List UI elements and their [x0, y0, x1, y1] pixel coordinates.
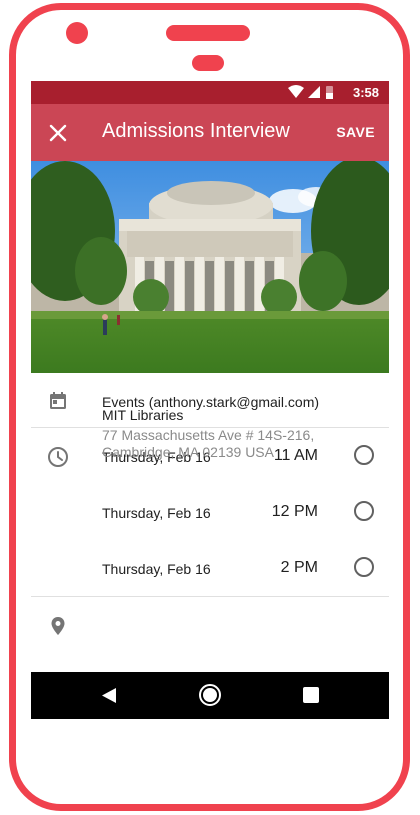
wifi-icon — [288, 85, 304, 98]
location-pin-icon — [51, 617, 65, 635]
divider — [31, 596, 389, 597]
slot-date: Thursday, Feb 16 — [102, 505, 211, 521]
recents-icon[interactable] — [303, 687, 319, 703]
location-address: 77 Massachusetts Ave # 14S-216, Cambridg… — [102, 427, 315, 460]
device-screen: 3:58 Admissions Interview SAVE Events (a… — [31, 81, 389, 719]
save-button[interactable]: SAVE — [336, 124, 375, 140]
cellular-signal-icon — [308, 86, 320, 98]
status-time: 3:58 — [352, 85, 379, 100]
clock-icon — [48, 447, 68, 467]
status-icons — [288, 85, 333, 99]
proximity-sensor — [192, 55, 224, 71]
slot-radio-button[interactable] — [354, 557, 374, 577]
hero-image — [31, 161, 389, 373]
slot-time: 2 PM — [280, 559, 318, 576]
back-icon[interactable] — [101, 687, 117, 704]
slot-radio-button[interactable] — [354, 501, 374, 521]
close-icon[interactable] — [45, 120, 71, 146]
app-bar: Admissions Interview SAVE — [31, 104, 389, 161]
slot-time: 12 PM — [271, 503, 318, 520]
earpiece-speaker — [166, 25, 250, 41]
front-camera — [66, 22, 88, 44]
slot-radio-button[interactable] — [354, 445, 374, 465]
navigation-bar — [31, 672, 389, 719]
event-details: Events (anthony.stark@gmail.com) Thursda… — [31, 373, 389, 672]
location-name: MIT Libraries — [102, 407, 184, 423]
status-bar: 3:58 — [31, 81, 389, 104]
slot-date: Thursday, Feb 16 — [102, 561, 211, 577]
calendar-icon — [50, 392, 66, 409]
page-title: Admissions Interview — [102, 120, 290, 142]
home-icon[interactable] — [199, 684, 221, 706]
